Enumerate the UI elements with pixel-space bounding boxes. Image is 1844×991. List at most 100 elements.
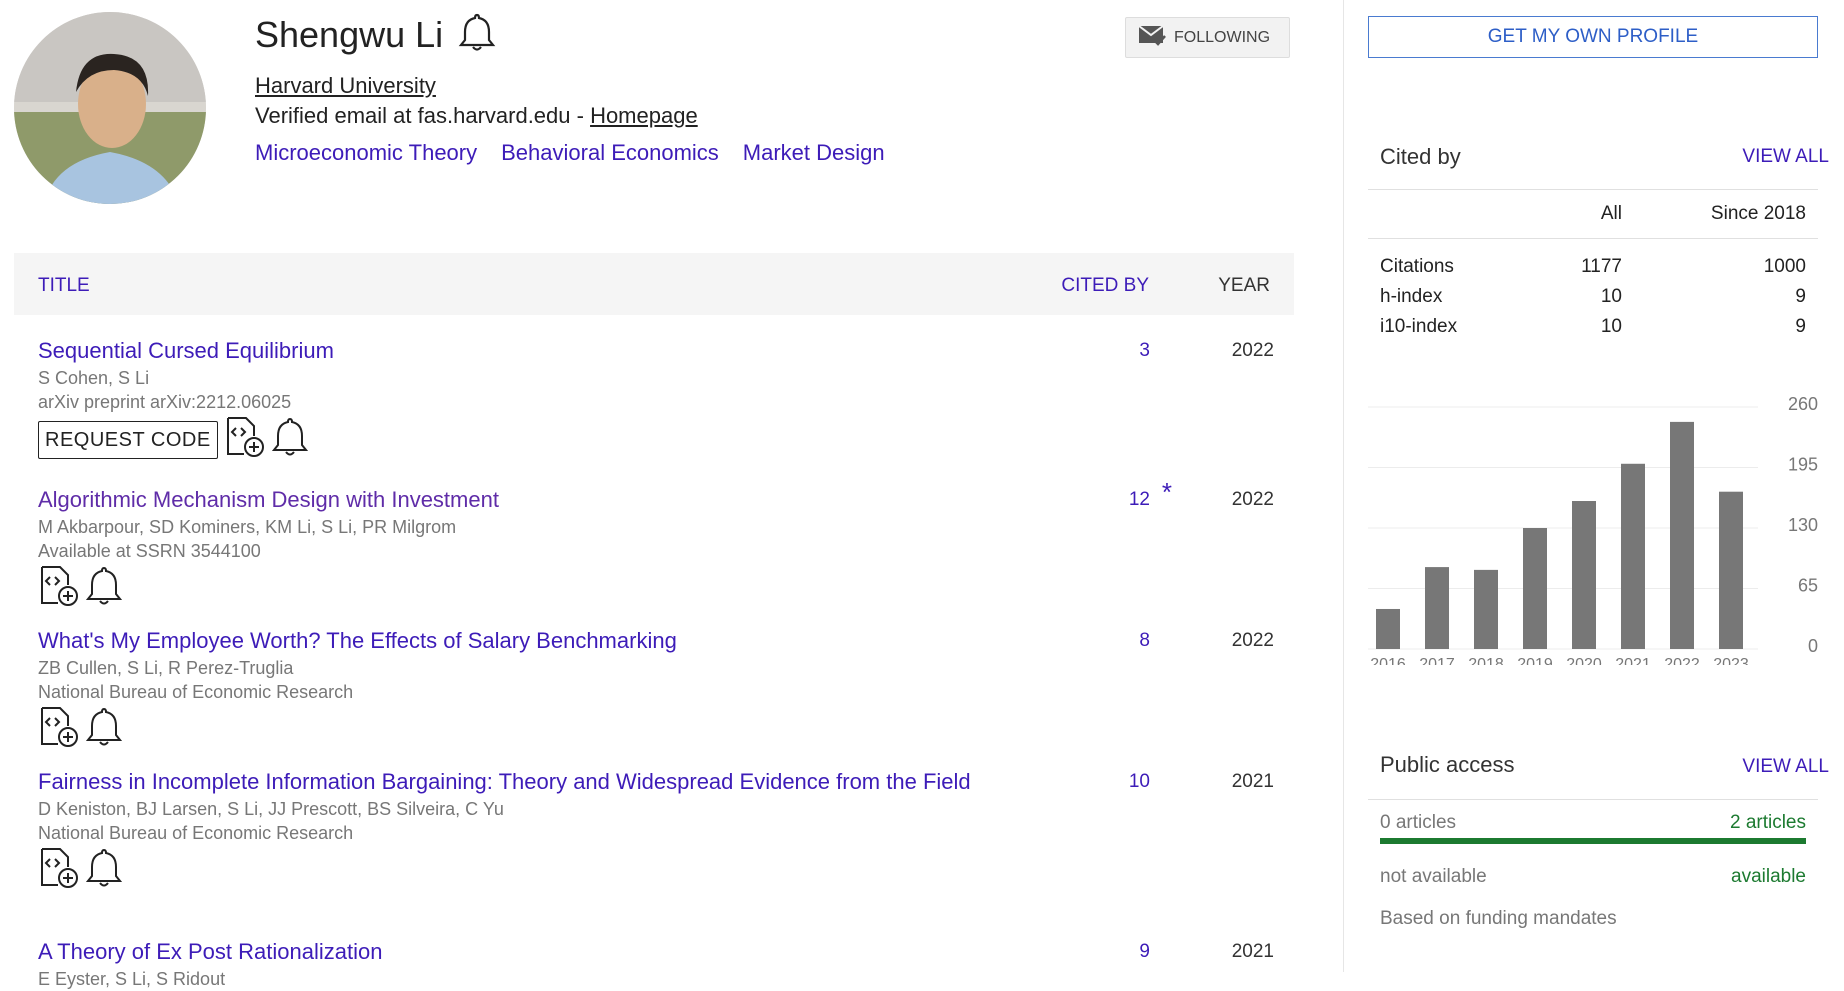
interest-link[interactable]: Market Design	[743, 140, 885, 166]
table-row: Sequential Cursed Equilibrium S Cohen, S…	[38, 336, 1294, 463]
article-venue: Available at SSRN 3544100	[38, 541, 261, 561]
cited-count-link[interactable]: 8	[1090, 630, 1150, 652]
y-tick-label: 260	[1788, 394, 1818, 414]
x-tick-label: 2018	[1468, 656, 1504, 665]
cited-count-link[interactable]: 9	[1090, 941, 1150, 963]
x-tick-label: 2017	[1419, 656, 1455, 665]
alert-bell-icon[interactable]	[85, 847, 123, 894]
x-tick-label: 2016	[1370, 656, 1406, 665]
profile-photo	[14, 12, 206, 204]
y-tick-label: 130	[1788, 515, 1818, 535]
article-venue: National Bureau of Economic Research	[38, 682, 354, 702]
article-authors: ZB Cullen, S Li, R Perez-Truglia	[38, 658, 294, 678]
article-year: 2022	[1231, 630, 1274, 651]
metric-since: 9	[1795, 286, 1806, 307]
citation-bar[interactable]	[1474, 569, 1498, 649]
add-code-icon[interactable]	[38, 565, 80, 612]
metric-all: 10	[1600, 316, 1622, 337]
not-available-label: not available	[1380, 866, 1487, 887]
interests-list: Microeconomic Theory Behavioral Economic…	[255, 140, 885, 166]
table-row: Fairness in Incomplete Information Barga…	[38, 767, 1294, 894]
table-row: Algorithmic Mechanism Design with Invest…	[38, 477, 1294, 612]
article-year: 2022	[1231, 489, 1274, 510]
table-header: TITLE CITED BY YEAR	[14, 253, 1294, 315]
article-title-link[interactable]: Sequential Cursed Equilibrium	[38, 336, 1018, 366]
alert-bell-icon[interactable]	[271, 416, 308, 463]
article-authors: E Eyster, S Li, S Ridout	[38, 969, 226, 989]
x-tick-label: 2019	[1517, 656, 1553, 665]
citation-bar[interactable]	[1376, 608, 1400, 649]
cited-count-link[interactable]: 10	[1090, 771, 1150, 793]
article-title-link[interactable]: A Theory of Ex Post Rationalization	[38, 937, 1018, 967]
col-since-label: Since 2018	[1710, 203, 1806, 224]
interest-link[interactable]: Behavioral Economics	[501, 140, 719, 166]
metric-label: i10-index	[1380, 316, 1458, 337]
y-tick-label: 195	[1788, 455, 1818, 475]
divider	[1368, 238, 1818, 239]
mail-check-icon	[1138, 24, 1166, 51]
cited-count-link[interactable]: 12	[1090, 489, 1150, 511]
x-tick-label: 2021	[1615, 656, 1651, 665]
interest-link[interactable]: Microeconomic Theory	[255, 140, 477, 166]
sort-by-year[interactable]: YEAR	[1218, 275, 1270, 297]
article-actions	[38, 847, 1294, 894]
cited-by-view-all[interactable]: VIEW ALL	[1742, 146, 1829, 168]
following-label: FOLLOWING	[1174, 28, 1271, 46]
table-row: What's My Employee Worth? The Effects of…	[38, 626, 1294, 753]
verified-email: Verified email at fas.harvard.edu - Home…	[255, 103, 698, 129]
metric-all: 1177	[1581, 256, 1622, 277]
table-row: A Theory of Ex Post Rationalization E Ey…	[38, 937, 1294, 991]
sidebar: GET MY OWN PROFILE Cited by VIEW ALL All…	[1343, 0, 1844, 972]
available-label: available	[1731, 866, 1806, 887]
citation-bar[interactable]	[1523, 528, 1547, 649]
article-actions	[38, 565, 1294, 612]
merged-citations-star: *	[1161, 477, 1172, 507]
verified-email-text: Verified email at fas.harvard.edu -	[255, 103, 591, 128]
metric-since: 9	[1795, 316, 1806, 337]
affiliation-link[interactable]: Harvard University	[255, 73, 436, 99]
x-tick-label: 2022	[1664, 656, 1700, 665]
available-count: 2 articles	[1729, 812, 1806, 833]
funding-mandates-note: Based on funding mandates	[1380, 908, 1617, 929]
not-available-count: 0 articles	[1380, 812, 1457, 833]
sort-by-cited[interactable]: CITED BY	[1061, 275, 1149, 297]
article-venue: arXiv preprint arXiv:2212.06025	[38, 392, 292, 412]
article-actions: REQUEST CODE	[38, 416, 1294, 463]
article-actions	[38, 706, 1294, 753]
citation-bar[interactable]	[1621, 463, 1645, 649]
alert-bell-icon[interactable]	[85, 565, 123, 612]
x-tick-label: 2023	[1713, 656, 1749, 665]
request-code-button[interactable]: REQUEST CODE	[38, 420, 218, 459]
homepage-link[interactable]: Homepage	[590, 103, 698, 128]
follow-bell-icon[interactable]	[458, 12, 496, 57]
citation-bar[interactable]	[1425, 567, 1449, 649]
add-code-icon[interactable]	[38, 706, 80, 753]
divider	[1368, 799, 1818, 800]
profile-name: Shengwu Li	[255, 14, 444, 55]
article-authors: D Keniston, BJ Larsen, S Li, JJ Prescott…	[38, 799, 504, 819]
add-code-icon[interactable]	[38, 847, 80, 894]
article-authors: S Cohen, S Li	[38, 368, 150, 388]
article-year: 2021	[1231, 771, 1274, 792]
alert-bell-icon[interactable]	[85, 706, 123, 753]
y-tick-label: 65	[1798, 576, 1818, 596]
add-code-icon[interactable]	[224, 416, 266, 463]
article-authors: M Akbarpour, SD Kominers, KM Li, S Li, P…	[38, 517, 457, 537]
col-all-label: All	[1600, 203, 1622, 224]
article-title-link[interactable]: Fairness in Incomplete Information Barga…	[38, 767, 1018, 797]
sort-by-title[interactable]: TITLE	[38, 275, 90, 297]
citation-bar[interactable]	[1572, 501, 1596, 649]
following-button[interactable]: FOLLOWING	[1125, 17, 1290, 58]
y-tick-label: 0	[1808, 636, 1818, 656]
get-own-profile-button[interactable]: GET MY OWN PROFILE	[1368, 16, 1818, 58]
citation-bar[interactable]	[1719, 491, 1743, 649]
public-access-view-all[interactable]: VIEW ALL	[1742, 756, 1829, 778]
article-title-link[interactable]: What's My Employee Worth? The Effects of…	[38, 626, 1018, 656]
cited-count-link[interactable]: 3	[1090, 340, 1150, 362]
metric-label: Citations	[1380, 256, 1454, 277]
article-title-link[interactable]: Algorithmic Mechanism Design with Invest…	[38, 485, 1018, 515]
citation-bar[interactable]	[1670, 421, 1694, 649]
metric-since: 1000	[1763, 256, 1806, 277]
citations-per-year-chart: 260 195 130 65 0 2016 2017 2018 2019 2020 2021 2022…	[1368, 394, 1818, 665]
article-year: 2021	[1231, 941, 1274, 962]
